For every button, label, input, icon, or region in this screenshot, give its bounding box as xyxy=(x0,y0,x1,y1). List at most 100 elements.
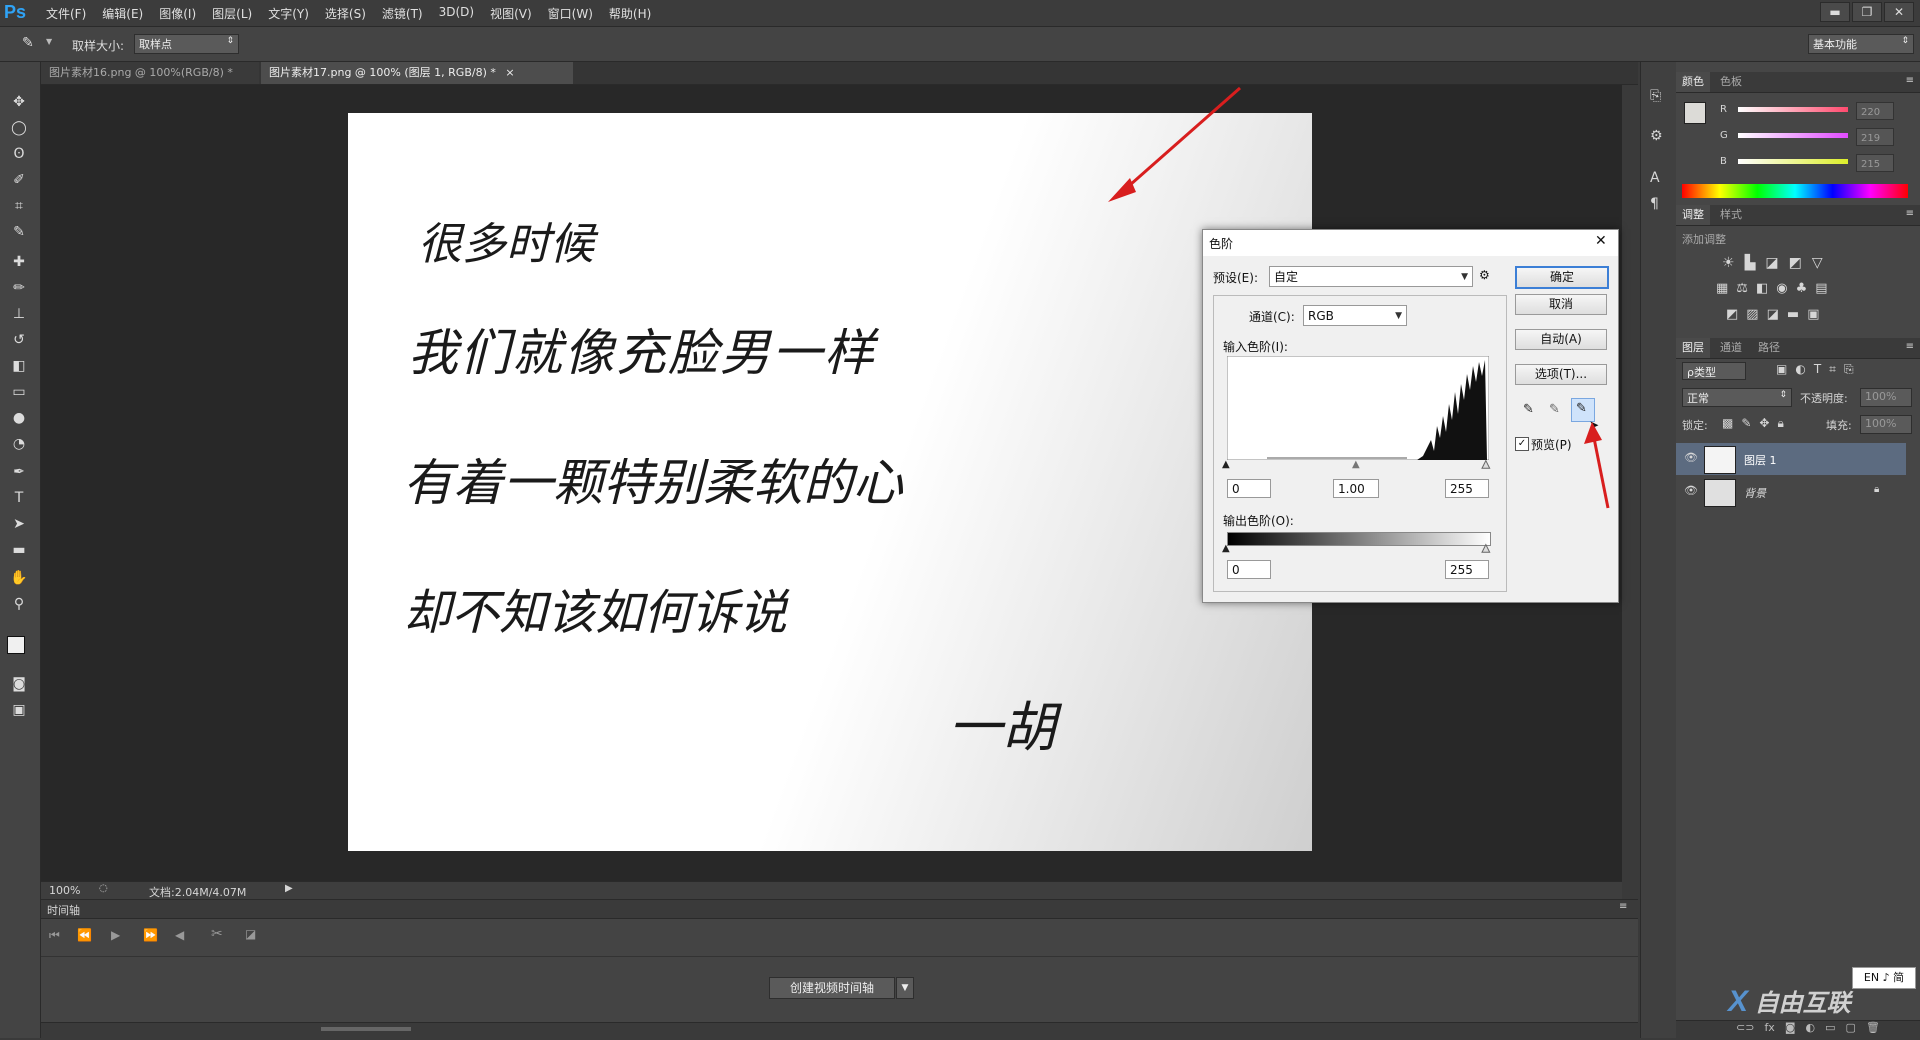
shape-tool-icon[interactable]: ▬ xyxy=(8,540,30,560)
tab-channels[interactable]: 通道 xyxy=(1714,338,1748,358)
blue-value[interactable]: 215 xyxy=(1856,154,1894,172)
gray-point-eyedropper-icon[interactable]: ✎ xyxy=(1549,402,1560,417)
selective-color-icon[interactable]: ▣ xyxy=(1807,307,1819,322)
type-filter-icon[interactable]: T xyxy=(1814,362,1821,377)
menu-layer[interactable]: 图层(L) xyxy=(212,5,252,22)
menu-view[interactable]: 视图(V) xyxy=(490,5,532,22)
auto-button[interactable]: 自动(A) xyxy=(1515,329,1607,350)
tab-adjustments[interactable]: 调整 xyxy=(1676,205,1710,225)
quick-mask-icon[interactable]: ◙ xyxy=(8,674,30,694)
gamma-slider[interactable]: ▲ xyxy=(1352,459,1360,470)
channel-mixer-icon[interactable]: ♣ xyxy=(1796,281,1808,296)
dodge-tool-icon[interactable]: ◔ xyxy=(8,434,30,454)
input-black-field[interactable]: 0 xyxy=(1227,479,1271,498)
brush-tool-icon[interactable]: ✏ xyxy=(8,278,30,298)
lasso-tool-icon[interactable]: ʘ xyxy=(8,144,30,164)
dialog-titlebar[interactable]: 色阶 ✕ xyxy=(1203,230,1618,256)
tool-preset-arrow-icon[interactable]: ▼ xyxy=(46,37,52,46)
layer-style-icon[interactable]: fx xyxy=(1764,1021,1774,1034)
first-frame-icon[interactable]: ⏮ xyxy=(49,928,60,943)
adjustment-filter-icon[interactable]: ◐ xyxy=(1795,362,1805,377)
brightness-icon[interactable]: ☀ xyxy=(1722,255,1735,271)
panel-menu-icon[interactable]: ≡ xyxy=(1619,901,1627,912)
new-group-icon[interactable]: ▭ xyxy=(1825,1021,1835,1034)
gradient-tool-icon[interactable]: ▭ xyxy=(8,382,30,402)
type-tool-icon[interactable]: T xyxy=(8,488,30,508)
photo-filter-icon[interactable]: ◉ xyxy=(1776,281,1787,296)
eraser-tool-icon[interactable]: ◧ xyxy=(8,356,30,376)
clone-stamp-icon[interactable]: ⊥ xyxy=(8,304,30,324)
foreground-color-swatch[interactable] xyxy=(7,636,25,654)
white-point-slider[interactable]: ▲ xyxy=(1482,459,1491,471)
layer-mask-icon[interactable]: ◙ xyxy=(1785,1021,1796,1034)
color-lookup-icon[interactable]: ▤ xyxy=(1815,281,1827,296)
new-layer-icon[interactable]: ▢ xyxy=(1846,1021,1856,1034)
posterize-icon[interactable]: ▨ xyxy=(1746,307,1758,322)
lock-pixels-icon[interactable]: ✎ xyxy=(1741,416,1751,431)
quick-select-tool-icon[interactable]: ✐ xyxy=(8,170,30,190)
threshold-icon[interactable]: ◪ xyxy=(1767,307,1779,322)
hue-saturation-icon[interactable]: ▦ xyxy=(1716,281,1728,296)
menu-window[interactable]: 窗口(W) xyxy=(548,5,593,22)
layer-name[interactable]: 背景 xyxy=(1744,485,1766,501)
preview-checkbox[interactable]: ✓ xyxy=(1515,437,1529,451)
color-spectrum[interactable] xyxy=(1682,184,1908,198)
close-button[interactable]: ✕ xyxy=(1884,2,1914,22)
visibility-eye-icon[interactable]: 👁︎ xyxy=(1684,451,1698,464)
invert-icon[interactable]: ◩ xyxy=(1726,307,1738,322)
tab-styles[interactable]: 样式 xyxy=(1714,205,1748,225)
input-slider-track[interactable]: ▲ ▲ ▲ xyxy=(1222,459,1491,471)
workspace-select[interactable]: 基本功能 ⇕ xyxy=(1808,34,1914,54)
preset-select[interactable]: 自定 ▼ xyxy=(1269,266,1473,287)
paragraph-panel-icon[interactable]: ¶ xyxy=(1650,196,1659,212)
shape-filter-icon[interactable]: ⌗ xyxy=(1829,362,1836,377)
red-value[interactable]: 220 xyxy=(1856,102,1894,120)
healing-brush-icon[interactable]: ✚ xyxy=(8,252,30,272)
visibility-eye-icon[interactable]: 👁︎ xyxy=(1684,484,1698,497)
pen-tool-icon[interactable]: ✒ xyxy=(8,462,30,482)
character-panel-icon[interactable]: A xyxy=(1650,170,1660,186)
channel-select[interactable]: RGB ▼ xyxy=(1303,305,1407,326)
fill-input[interactable]: 100% xyxy=(1860,415,1912,434)
smart-object-filter-icon[interactable]: ⎘ xyxy=(1844,362,1854,377)
timeline-zoom-slider[interactable] xyxy=(321,1027,411,1031)
gradient-map-icon[interactable]: ▬ xyxy=(1787,307,1799,322)
layer-kind-filter[interactable]: ρ类型 xyxy=(1682,362,1746,380)
tab-document-16[interactable]: 图片素材16.png @ 100%(RGB/8) * × xyxy=(41,62,259,101)
eyedropper-icon[interactable]: ✎ xyxy=(8,222,30,242)
red-slider[interactable] xyxy=(1738,107,1848,112)
panel-menu-icon[interactable]: ≡ xyxy=(1906,208,1914,219)
blue-slider[interactable] xyxy=(1738,159,1848,164)
foreground-color-swatch[interactable] xyxy=(1684,102,1706,124)
output-slider-track[interactable]: ▲ ▲ xyxy=(1222,543,1491,555)
status-menu-icon[interactable]: ◌ xyxy=(99,883,108,894)
ok-button[interactable]: 确定 xyxy=(1515,266,1609,289)
menu-3d[interactable]: 3D(D) xyxy=(439,5,474,22)
output-white-slider[interactable]: ▲ xyxy=(1482,543,1491,555)
properties-panel-icon[interactable]: ⚙ xyxy=(1650,128,1663,144)
tab-paths[interactable]: 路径 xyxy=(1752,338,1786,358)
audio-icon[interactable]: ◀ xyxy=(175,928,184,942)
black-point-eyedropper-icon[interactable]: ✎ xyxy=(1523,402,1534,417)
exposure-icon[interactable]: ◩ xyxy=(1789,255,1802,271)
output-white-field[interactable]: 255 xyxy=(1445,560,1489,579)
menu-type[interactable]: 文字(Y) xyxy=(268,5,309,22)
ime-indicator[interactable]: EN ♪ 简 xyxy=(1852,967,1916,989)
zoom-level[interactable]: 100% xyxy=(49,884,80,897)
scissors-icon[interactable]: ✂ xyxy=(211,926,223,942)
history-brush-icon[interactable]: ↺ xyxy=(8,330,30,350)
dialog-close-icon[interactable]: ✕ xyxy=(1595,233,1607,249)
timeline-dropdown-icon[interactable]: ▼ xyxy=(896,977,914,999)
layer-row-background[interactable]: 👁︎ 背景 🔒︎ xyxy=(1676,476,1906,508)
green-slider[interactable] xyxy=(1738,133,1848,138)
preset-options-gear-icon[interactable]: ⚙ xyxy=(1479,268,1490,282)
menu-edit[interactable]: 编辑(E) xyxy=(102,5,143,22)
delete-layer-icon[interactable]: 🗑︎ xyxy=(1866,1021,1880,1034)
lock-all-icon[interactable]: 🔒︎ xyxy=(1777,416,1783,431)
tab-document-17[interactable]: 图片素材17.png @ 100% (图层 1, RGB/8) * × xyxy=(261,62,573,84)
minimize-button[interactable]: ▬ xyxy=(1820,2,1850,22)
marquee-tool-icon[interactable]: ◯ xyxy=(8,118,30,138)
menu-select[interactable]: 选择(S) xyxy=(325,5,366,22)
new-adjustment-icon[interactable]: ◐ xyxy=(1806,1021,1816,1034)
menu-filter[interactable]: 滤镜(T) xyxy=(382,5,423,22)
